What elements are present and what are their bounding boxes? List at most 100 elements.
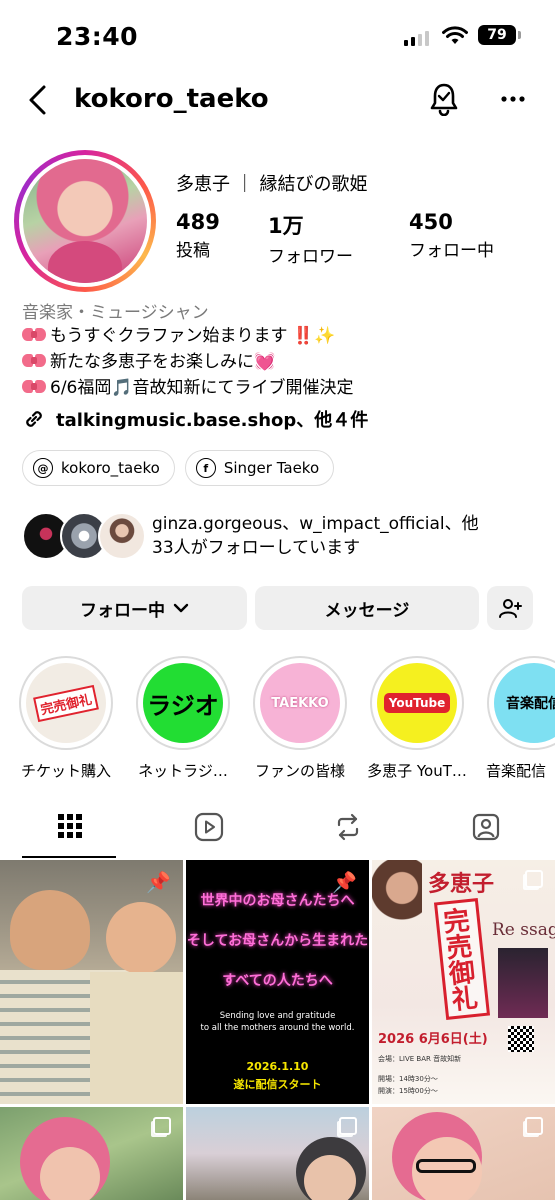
tab-reposts[interactable] (278, 812, 417, 842)
stat-following[interactable]: 450 フォロー中 (409, 210, 494, 261)
repost-icon (337, 813, 358, 841)
cellular-signal-icon (404, 30, 429, 46)
followed-by-text: ginza.gorgeous、w_impact_official、他 33人がフ… (152, 512, 552, 560)
followed-by-line-1: ginza.gorgeous、w_impact_official、他 (152, 514, 479, 534)
bio-line-3: 6/6福岡🎵音故知新にてライブ開催決定 (22, 375, 542, 401)
message-button[interactable]: メッセージ (255, 586, 479, 630)
qr-code (508, 1026, 534, 1052)
post-3-date: 2026 6月6日(土) (378, 1032, 488, 1047)
stat-posts-value: 489 (176, 210, 220, 234)
post-4-face (40, 1147, 100, 1200)
notification-bell-icon[interactable] (428, 82, 460, 116)
post-2-english-2: to all the mothers around the world. (200, 1023, 355, 1033)
post-3-poster-image (498, 948, 548, 1018)
post-2-line-2: そしてお母さんから生まれた (186, 933, 369, 949)
following-button-label: フォロー中 (80, 600, 165, 621)
followed-by-line-2: 33人がフォローしています (152, 538, 361, 558)
double-exclamation-icon: ‼️ (292, 326, 315, 346)
mutual-avatar-3 (98, 512, 146, 560)
tab-reels[interactable] (139, 812, 278, 842)
highlight-label-fans: ファンの皆様 (254, 762, 345, 780)
post-1-face-adult (10, 890, 90, 970)
more-options-icon[interactable] (500, 84, 526, 114)
highlight-radio[interactable]: ラジオ ネットラジ… (135, 656, 231, 781)
tab-tagged[interactable] (416, 812, 555, 842)
bio-line-3-pre: 6/6福岡 (50, 378, 112, 398)
post-3-open: 開場：14時30分～ (378, 1075, 438, 1083)
post-3-stamp: 完売御礼 (433, 898, 491, 1020)
threads-chip-label: kokoro_taeko (61, 459, 160, 477)
highlight-fans[interactable]: TAEKKO ファンの皆様 (252, 656, 348, 781)
facebook-chip-label: Singer Taeko (223, 459, 320, 477)
post-2-line-3: すべての人たちへ (222, 973, 333, 989)
chevron-down-icon (173, 603, 189, 613)
post-5-face (304, 1155, 356, 1200)
highlight-label-radio: ネットラジ… (138, 762, 228, 780)
threads-icon: @ (33, 458, 53, 478)
post-3-title: Re ssage (492, 920, 555, 940)
post-1[interactable]: 📌 (0, 860, 183, 1104)
carousel-icon (525, 870, 543, 888)
facebook-chip[interactable]: f Singer Taeko (184, 450, 335, 486)
stat-posts[interactable]: 489 投稿 (176, 210, 220, 261)
link-icon (26, 411, 42, 427)
highlight-label-youtube: 多恵子 YouT… (367, 762, 467, 780)
ribbon-icon (22, 353, 46, 369)
back-icon[interactable] (26, 84, 50, 116)
highlight-cover-text-fans: TAEKKO (271, 695, 329, 711)
carousel-icon (339, 1117, 357, 1135)
bio-category: 音楽家・ミュージシャン (22, 303, 209, 323)
post-2[interactable]: 世界中のお母さんたちへ そしてお母さんから生まれた すべての人たちへ Sendi… (186, 860, 369, 1104)
grid-icon (57, 814, 82, 838)
highlight-cover-music: 音楽配信 (494, 663, 555, 743)
pin-icon: 📌 (332, 870, 357, 894)
display-name: 多恵子 ｜ 縁結びの歌姫 (176, 174, 368, 195)
profile-tabs (0, 806, 555, 860)
highlight-tickets[interactable]: 完売御礼 チケット購入 (18, 656, 114, 781)
battery-tip (518, 31, 521, 39)
post-1-face-baby (106, 902, 176, 974)
stat-followers-value: 1万 (268, 214, 304, 238)
wifi-icon (442, 26, 468, 44)
battery-indicator: 79 (478, 25, 516, 45)
post-3[interactable]: 多恵子 完売御礼 Re ssage 2026 6月6日(土) 会場：LIVE B… (372, 860, 555, 1104)
sparkles-icon: ✨ (314, 326, 336, 346)
highlight-cover-fans: TAEKKO (260, 663, 340, 743)
bio-line-3-post: 音故知新にてライブ開催決定 (132, 378, 354, 398)
highlight-cover-youtube: YouTube (377, 663, 457, 743)
stat-following-label: フォロー中 (409, 241, 494, 261)
status-bar: 23:40 79 (0, 0, 555, 70)
stat-followers-label: フォロワー (268, 247, 353, 267)
profile-header: kokoro_taeko (0, 78, 555, 122)
highlight-label-tickets: チケット購入 (20, 762, 111, 780)
active-tab-indicator (22, 856, 116, 858)
post-5[interactable] (186, 1107, 369, 1200)
post-3-venue: 会場：LIVE BAR 音故知新 (378, 1055, 462, 1063)
following-button[interactable]: フォロー中 (22, 586, 247, 630)
reels-icon (194, 812, 223, 842)
message-button-label: メッセージ (324, 600, 410, 621)
profile-avatar[interactable] (14, 150, 156, 292)
highlight-youtube[interactable]: YouTube 多恵子 YouT… (367, 656, 467, 781)
bio-link[interactable]: talkingmusic.base.shop、他４件 (22, 406, 368, 432)
post-3-portrait (372, 860, 422, 930)
highlight-cover-text-tickets: 完売御礼 (33, 684, 99, 722)
stat-following-value: 450 (409, 210, 453, 234)
stat-followers[interactable]: 1万 フォロワー (268, 210, 353, 267)
post-4[interactable] (0, 1107, 183, 1200)
pin-icon: 📌 (146, 870, 171, 894)
bio-link-text: talkingmusic.base.shop、他４件 (56, 410, 369, 431)
heart-icon: 💓 (254, 352, 276, 372)
post-6-glasses (416, 1159, 476, 1173)
ribbon-icon (22, 379, 46, 395)
highlight-cover-radio: ラジオ (143, 663, 223, 743)
music-note-icon: 🎵 (111, 378, 133, 398)
tab-grid[interactable] (0, 812, 139, 840)
facebook-icon: f (195, 458, 216, 478)
avatar-photo (23, 159, 147, 283)
post-6[interactable] (372, 1107, 555, 1200)
suggest-user-button[interactable] (487, 586, 533, 630)
profile-chips: @ kokoro_taeko f Singer Taeko (22, 450, 335, 486)
threads-chip[interactable]: @ kokoro_taeko (22, 450, 175, 486)
highlight-music-streaming[interactable]: 音楽配信 音楽配信 (486, 656, 555, 781)
